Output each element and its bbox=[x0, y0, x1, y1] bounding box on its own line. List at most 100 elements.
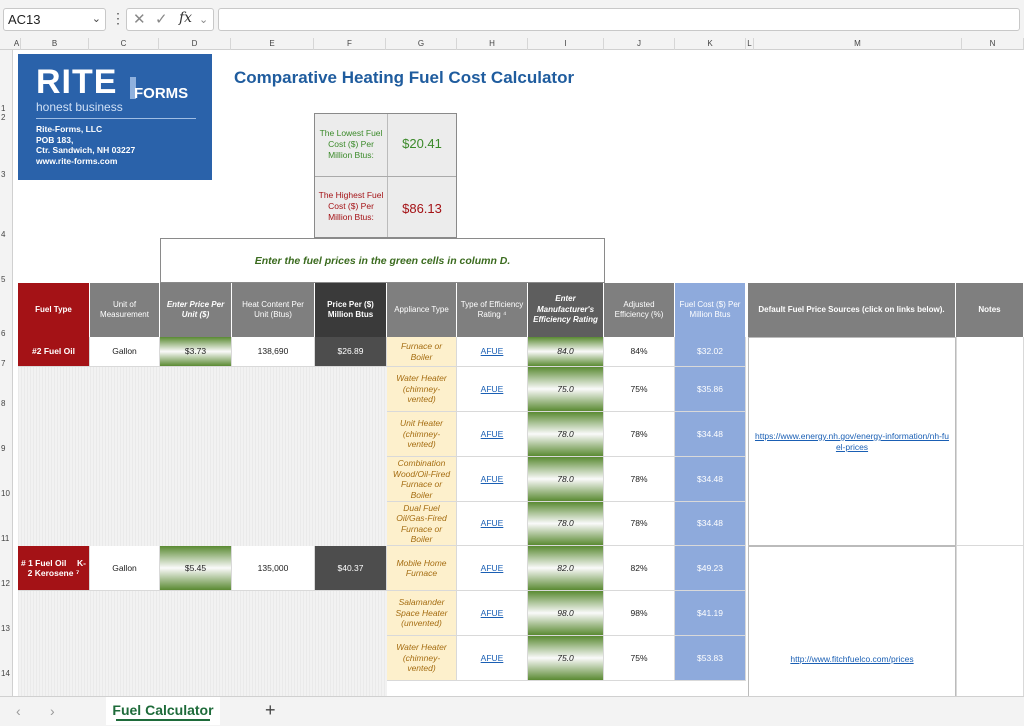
appliance-cell[interactable]: Combination Wood/Oil-Fired Furnace or Bo… bbox=[387, 457, 457, 502]
efficiency-type-link[interactable]: AFUE bbox=[457, 591, 528, 636]
fuel-cost-cell[interactable]: $41.19 bbox=[675, 591, 746, 636]
column-header[interactable]: F bbox=[314, 38, 386, 50]
header-efficiency-type[interactable]: Type of Efficiency Rating ⁴ bbox=[457, 283, 528, 337]
efficiency-input[interactable]: 84.0 bbox=[528, 337, 604, 367]
column-header[interactable]: G bbox=[386, 38, 457, 50]
header-unit[interactable]: Unit of Measurement bbox=[90, 283, 160, 337]
adjusted-efficiency-cell[interactable]: 78% bbox=[604, 412, 675, 457]
efficiency-input[interactable]: 82.0 bbox=[528, 546, 604, 591]
column-header[interactable]: K bbox=[675, 38, 746, 50]
adjusted-efficiency-cell[interactable]: 75% bbox=[604, 636, 675, 681]
adjusted-efficiency-cell[interactable]: 75% bbox=[604, 367, 675, 412]
price-mbtu-cell[interactable]: $40.37 bbox=[315, 546, 387, 591]
row-header[interactable]: 1 bbox=[0, 104, 12, 113]
fuel-cost-cell[interactable]: $53.83 bbox=[675, 636, 746, 681]
column-header[interactable]: C bbox=[89, 38, 159, 50]
source-link[interactable]: https://www.energy.nh.gov/energy-informa… bbox=[755, 431, 950, 452]
source-cell[interactable]: https://www.energy.nh.gov/energy-informa… bbox=[748, 337, 956, 546]
more-options-icon[interactable]: ⋮ bbox=[111, 10, 125, 27]
fuel-cost-cell[interactable]: $49.23 bbox=[675, 546, 746, 591]
row-header[interactable]: 5 bbox=[0, 275, 12, 284]
price-mbtu-cell[interactable]: $26.89 bbox=[315, 337, 387, 367]
efficiency-input[interactable]: 98.0 bbox=[528, 591, 604, 636]
column-header[interactable]: N bbox=[962, 38, 1024, 50]
insert-function-icon[interactable]: fx bbox=[179, 10, 192, 26]
efficiency-type-link[interactable]: AFUE bbox=[457, 367, 528, 412]
formula-input[interactable] bbox=[218, 8, 1020, 31]
row-header[interactable]: 6 bbox=[0, 329, 12, 338]
column-header[interactable]: E bbox=[231, 38, 314, 50]
appliance-cell[interactable]: Mobile Home Furnace bbox=[387, 546, 457, 591]
row-header[interactable]: 11 bbox=[0, 534, 12, 543]
efficiency-type-link[interactable]: AFUE bbox=[457, 502, 528, 546]
afue-link[interactable]: AFUE bbox=[481, 429, 504, 440]
appliance-cell[interactable]: Unit Heater (chimney-vented) bbox=[387, 412, 457, 457]
column-header[interactable]: J bbox=[604, 38, 675, 50]
column-header[interactable]: B bbox=[21, 38, 89, 50]
tab-fuel-calculator[interactable]: Fuel Calculator bbox=[106, 697, 220, 725]
fuel-cost-cell[interactable]: $34.48 bbox=[675, 502, 746, 546]
afue-link[interactable]: AFUE bbox=[481, 518, 504, 529]
efficiency-input[interactable]: 78.0 bbox=[528, 502, 604, 546]
fuel-type-cell[interactable]: #2 Fuel Oil bbox=[18, 337, 90, 367]
row-header[interactable]: 3 bbox=[0, 170, 12, 179]
column-header[interactable]: A bbox=[13, 38, 21, 50]
adjusted-efficiency-cell[interactable]: 84% bbox=[604, 337, 675, 367]
afue-link[interactable]: AFUE bbox=[481, 563, 504, 574]
adjusted-efficiency-cell[interactable]: 82% bbox=[604, 546, 675, 591]
efficiency-type-link[interactable]: AFUE bbox=[457, 636, 528, 681]
efficiency-input[interactable]: 75.0 bbox=[528, 636, 604, 681]
row-header[interactable]: 4 bbox=[0, 230, 12, 239]
appliance-cell[interactable]: Furnace or Boiler bbox=[387, 337, 457, 367]
efficiency-type-link[interactable]: AFUE bbox=[457, 412, 528, 457]
efficiency-input[interactable]: 78.0 bbox=[528, 457, 604, 502]
row-header[interactable]: 7 bbox=[0, 359, 12, 368]
unit-cell[interactable]: Gallon bbox=[90, 546, 160, 591]
afue-link[interactable]: AFUE bbox=[481, 346, 504, 357]
column-header[interactable]: D bbox=[159, 38, 231, 50]
worksheet[interactable]: RITE FORMS honest business Rite-Forms, L… bbox=[13, 50, 1024, 696]
prev-sheet-icon[interactable]: ‹ bbox=[16, 703, 21, 719]
chevron-down-icon[interactable]: ⌄ bbox=[92, 9, 101, 30]
source-cell[interactable]: http://www.fitchfuelco.com/prices bbox=[748, 546, 956, 696]
afue-link[interactable]: AFUE bbox=[481, 608, 504, 619]
price-input[interactable]: $3.73 bbox=[160, 337, 232, 367]
row-header[interactable]: 2 bbox=[0, 113, 12, 122]
header-adjusted-efficiency[interactable]: Adjusted Efficiency (%) bbox=[604, 283, 675, 337]
fuel-type-cell[interactable]: # 1 Fuel Oil K- 2 Kerosene ⁷ bbox=[18, 546, 90, 591]
cancel-icon[interactable]: ✕ bbox=[133, 10, 146, 28]
row-header[interactable]: 8 bbox=[0, 399, 12, 408]
fuel-cost-cell[interactable]: $34.48 bbox=[675, 457, 746, 502]
heat-content-cell[interactable]: 135,000 bbox=[232, 546, 315, 591]
row-header[interactable]: 13 bbox=[0, 624, 12, 633]
next-sheet-icon[interactable]: › bbox=[50, 703, 55, 719]
afue-link[interactable]: AFUE bbox=[481, 384, 504, 395]
fuel-cost-cell[interactable]: $34.48 bbox=[675, 412, 746, 457]
confirm-icon[interactable]: ✓ bbox=[155, 10, 168, 28]
header-mfr-efficiency[interactable]: Enter Manufacturer's Efficiency Rating bbox=[528, 283, 604, 337]
column-header[interactable]: M bbox=[754, 38, 962, 50]
fuel-cost-cell[interactable]: $32.02 bbox=[675, 337, 746, 367]
row-header[interactable]: 12 bbox=[0, 579, 12, 588]
adjusted-efficiency-cell[interactable]: 78% bbox=[604, 457, 675, 502]
row-header[interactable]: 14 bbox=[0, 669, 12, 678]
efficiency-type-link[interactable]: AFUE bbox=[457, 546, 528, 591]
efficiency-input[interactable]: 75.0 bbox=[528, 367, 604, 412]
notes-cell[interactable] bbox=[956, 337, 1024, 546]
column-header[interactable]: H bbox=[457, 38, 528, 50]
column-header[interactable]: L bbox=[746, 38, 754, 50]
header-fuel-cost[interactable]: Fuel Cost ($) Per Million Btus bbox=[675, 283, 746, 337]
header-notes[interactable]: Notes bbox=[956, 283, 1024, 337]
row-header[interactable]: 9 bbox=[0, 444, 12, 453]
lowest-cost-value[interactable]: $20.41 bbox=[387, 136, 457, 151]
efficiency-type-link[interactable]: AFUE bbox=[457, 337, 528, 367]
header-appliance[interactable]: Appliance Type bbox=[387, 283, 457, 337]
appliance-cell[interactable]: Dual Fuel Oil/Gas-Fired Furnace or Boile… bbox=[387, 502, 457, 546]
column-header[interactable]: I bbox=[528, 38, 604, 50]
efficiency-input[interactable]: 78.0 bbox=[528, 412, 604, 457]
fuel-cost-cell[interactable]: $35.86 bbox=[675, 367, 746, 412]
heat-content-cell[interactable]: 138,690 bbox=[232, 337, 315, 367]
name-box[interactable]: AC13 ⌄ bbox=[3, 8, 106, 31]
notes-cell[interactable] bbox=[956, 546, 1024, 696]
adjusted-efficiency-cell[interactable]: 98% bbox=[604, 591, 675, 636]
